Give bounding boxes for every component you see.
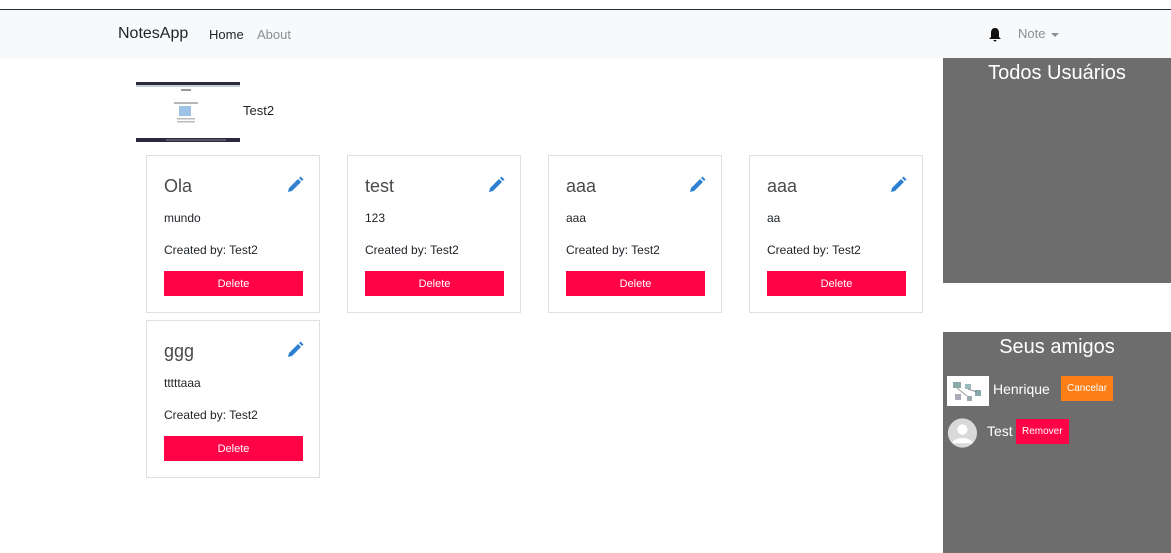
delete-button[interactable]: Delete (566, 271, 705, 296)
friends-title: Seus amigos (999, 336, 1115, 358)
note-author: Created by: Test2 (164, 243, 258, 257)
profile-username: Test2 (243, 103, 275, 118)
delete-button[interactable]: Delete (365, 271, 504, 296)
friend-item: Test Remover (947, 415, 1167, 448)
delete-button[interactable]: Delete (164, 271, 303, 296)
pencil-icon[interactable] (889, 176, 907, 194)
friend-avatar (947, 376, 989, 406)
note-author: Created by: Test2 (365, 243, 459, 257)
note-card: test 123 Created by: Test2 Delete (347, 155, 521, 313)
note-card: Ola mundo Created by: Test2 Delete (146, 155, 320, 313)
note-dropdown[interactable]: Note (1018, 26, 1060, 41)
remove-button[interactable]: Remover (1016, 419, 1069, 444)
friends-panel: Seus amigos Henrique Cancelar Test Remov… (943, 332, 1171, 553)
pencil-icon[interactable] (487, 176, 505, 194)
all-users-title: Todos Usuários (988, 62, 1126, 84)
note-author: Created by: Test2 (566, 243, 660, 257)
friend-name: Test (987, 423, 1013, 439)
brand-logo[interactable]: NotesApp (118, 25, 188, 43)
note-body: aa (767, 211, 781, 225)
pencil-icon[interactable] (286, 176, 304, 194)
note-dropdown-label: Note (1018, 26, 1046, 41)
navbar: NotesApp Home About Note (0, 10, 1171, 58)
friend-name: Henrique (993, 381, 1050, 397)
note-body: aaa (566, 211, 587, 225)
note-card: aaa aaa Created by: Test2 Delete (548, 155, 722, 313)
note-title: Ola (164, 176, 193, 196)
note-body: tttttaaa (164, 376, 201, 390)
avatar-icon (947, 418, 977, 448)
delete-button[interactable]: Delete (164, 436, 303, 461)
note-body: mundo (164, 211, 201, 225)
note-card: aaa aa Created by: Test2 Delete (749, 155, 923, 313)
cancel-button[interactable]: Cancelar (1061, 376, 1114, 401)
chevron-down-icon (1051, 32, 1060, 37)
pencil-icon[interactable] (286, 341, 304, 359)
delete-button[interactable]: Delete (767, 271, 906, 296)
friend-item: Henrique Cancelar (947, 376, 1167, 408)
bell-icon[interactable] (988, 27, 1002, 43)
note-author: Created by: Test2 (767, 243, 861, 257)
note-title: ggg (164, 341, 195, 361)
note-title: aaa (767, 176, 798, 196)
note-body: 123 (365, 211, 386, 225)
nav-link-home[interactable]: Home (209, 27, 244, 42)
note-card: ggg tttttaaa Created by: Test2 Delete (146, 320, 320, 478)
nav-link-about[interactable]: About (257, 27, 291, 42)
note-title: test (365, 176, 395, 196)
profile-avatar (136, 82, 240, 142)
all-users-panel: Todos Usuários (943, 58, 1171, 283)
note-author: Created by: Test2 (164, 408, 258, 422)
pencil-icon[interactable] (688, 176, 706, 194)
note-title: aaa (566, 176, 597, 196)
